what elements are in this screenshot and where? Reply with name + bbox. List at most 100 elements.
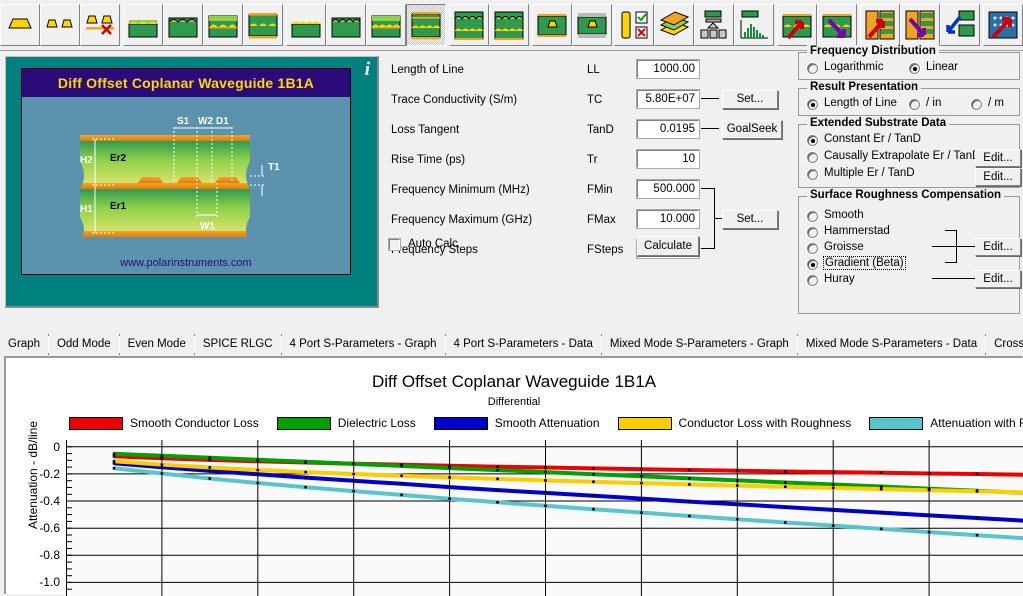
- toolbar-button-diff-offset-coplanar-waveguide-1b1a[interactable]: [406, 4, 446, 46]
- radio-label: Constant Er / TanD: [824, 133, 921, 145]
- legend-swatch-icon: [618, 417, 672, 430]
- goalseek-button[interactable]: GoalSeek: [722, 120, 782, 139]
- parameter-label: Loss Tangent: [391, 124, 459, 136]
- parameter-input-fmax[interactable]: 10.000: [637, 210, 699, 228]
- toolbar-button-export-structure[interactable]: [817, 4, 857, 46]
- set-tc-button[interactable]: Set...: [722, 90, 778, 109]
- parameter-row: Length of LineLL1000.00: [385, 60, 785, 84]
- radio-hammerstad[interactable]: [807, 227, 818, 238]
- parameter-input-fmin[interactable]: 500.000: [637, 180, 699, 198]
- radio-label: Length of Line: [824, 97, 897, 109]
- parameter-symbol: Tr: [587, 154, 597, 166]
- chart-subtitle: Differential: [6, 396, 1022, 408]
- tab-crosstalk[interactable]: Crosstalk: [986, 334, 1023, 355]
- plot-area: [66, 440, 1022, 594]
- tab-4-port-s-parameters-data[interactable]: 4 Port S-Parameters - Data: [446, 334, 602, 355]
- radio-multiple-er-tand[interactable]: [807, 169, 818, 180]
- toolbar-button-embedded-coplanar[interactable]: [163, 4, 203, 46]
- toolbar-button-loss-histogram[interactable]: [734, 4, 774, 46]
- toolbar-button-stackup-3d[interactable]: [654, 4, 694, 46]
- radio-label: / m: [988, 97, 1004, 109]
- legend-label: Smooth Conductor Loss: [130, 416, 259, 430]
- set-frequency-button[interactable]: Set...: [722, 210, 778, 229]
- parameter-label: Frequency Minimum (MHz): [391, 184, 530, 196]
- connector-line: [932, 278, 975, 279]
- parameter-label: Frequency Maximum (GHz): [391, 214, 532, 226]
- y-tick-label: -0.6: [6, 521, 60, 535]
- radio-groisse[interactable]: [807, 243, 818, 254]
- radio-gradient-beta[interactable]: [807, 259, 818, 270]
- auto-calc-checkbox[interactable]: [389, 239, 400, 250]
- radio-label: Huray: [824, 273, 855, 285]
- parameter-input-tc[interactable]: 5.80E+07: [637, 90, 699, 108]
- toolbar-button-stripline-symmetric[interactable]: [532, 4, 572, 46]
- svg-text:W1: W1: [200, 221, 215, 232]
- parameter-input-ll[interactable]: 1000.00: [637, 60, 699, 78]
- toolbar-button-diff-coplanar-strips[interactable]: [286, 4, 326, 46]
- tab-strip: GraphOdd ModeEven ModeSPICE RLGC4 Port S…: [0, 332, 1023, 355]
- radio-causally-extrapolate-er-tand[interactable]: [807, 152, 818, 163]
- radio-label: Causally Extrapolate Er / TanD: [824, 150, 980, 162]
- info-icon[interactable]: i: [365, 59, 370, 81]
- legend-item: Smooth Conductor Loss: [69, 416, 259, 430]
- radio-logarithmic[interactable]: [807, 63, 818, 74]
- svg-text:S1: S1: [177, 116, 190, 127]
- surface-roughness-group: Surface Roughness CompensationSmoothHamm…: [798, 196, 1020, 314]
- tab-odd-mode[interactable]: Odd Mode: [49, 334, 120, 355]
- auto-calc-label: Auto Calc: [408, 238, 458, 250]
- toolbar-button-import-stackup[interactable]: [860, 4, 900, 46]
- toolbar-button-coplanar-strips[interactable]: [123, 4, 163, 46]
- parameter-input-tr[interactable]: 10: [637, 150, 699, 168]
- radio-in[interactable]: [909, 99, 920, 110]
- toolbar-button-diff-dual-stripline-b[interactable]: [489, 4, 529, 46]
- radio-huray[interactable]: [807, 275, 818, 286]
- toolbar-button-export-stackup[interactable]: [900, 4, 940, 46]
- legend-label: Smooth Attenuation: [495, 416, 600, 430]
- radio-m[interactable]: [971, 99, 982, 110]
- toolbar-button-send-to-structure[interactable]: [940, 4, 980, 46]
- tab-even-mode[interactable]: Even Mode: [120, 334, 195, 355]
- waveguide-cross-section: S1 W2 D1 W1 H2 H1 T1 Er2 Er1: [22, 97, 350, 247]
- tab-mixed-mode-s-parameters-graph[interactable]: Mixed Mode S-Parameters - Graph: [602, 334, 798, 355]
- tab-graph[interactable]: Graph: [0, 334, 49, 355]
- toolbar-button-trace-with-plane-cross[interactable]: [80, 4, 120, 46]
- tab-mixed-mode-s-parameters-data[interactable]: Mixed Mode S-Parameters - Data: [798, 334, 986, 355]
- tab-spice-rlgc[interactable]: SPICE RLGC: [195, 334, 282, 355]
- connector-line: [701, 128, 719, 129]
- toolbar-button-pcb-process[interactable]: [694, 4, 734, 46]
- toolbar-button-offset-coplanar[interactable]: [203, 4, 243, 46]
- toolbar-button-via-check[interactable]: [614, 4, 654, 46]
- toolbar-button-diff-offset-coplanar[interactable]: [366, 4, 406, 46]
- parameter-input-tand[interactable]: 0.0195: [637, 120, 699, 138]
- connector-line: [701, 98, 719, 99]
- toolbar-button-stripline-rough[interactable]: [572, 4, 612, 46]
- result-presentation-group: Result PresentationLength of Line/ in/ m: [798, 88, 1020, 116]
- edit-roughness-button[interactable]: Edit...: [975, 238, 1021, 256]
- diagram-title: Diff Offset Coplanar Waveguide 1B1A: [58, 75, 314, 91]
- svg-text:H2: H2: [80, 155, 93, 166]
- radio-smooth[interactable]: [807, 211, 818, 222]
- edit-multiple-button[interactable]: Edit...: [975, 168, 1021, 186]
- parameter-symbol: LL: [587, 64, 600, 76]
- toolbar-group: [532, 3, 612, 47]
- calculate-button[interactable]: Calculate: [637, 236, 699, 256]
- radio-linear[interactable]: [909, 63, 920, 74]
- tab-4-port-s-parameters-graph[interactable]: 4 Port S-Parameters - Graph: [282, 334, 446, 355]
- toolbar-button-diff-dual-stripline-a[interactable]: [449, 4, 489, 46]
- diagram-title-bar: Diff Offset Coplanar Waveguide 1B1A: [22, 69, 350, 97]
- toolbar-group: [777, 3, 857, 47]
- toolbar-button-field-solver[interactable]: [983, 4, 1023, 46]
- toolbar-button-single-trace-microstrip[interactable]: [0, 4, 40, 46]
- toolbar-group: [286, 3, 446, 47]
- toolbar-button-two-trace-microstrip[interactable]: [40, 4, 80, 46]
- edit-huray-button[interactable]: Edit...: [975, 270, 1021, 288]
- parameter-row: Rise Time (ps)Tr10: [385, 150, 785, 174]
- toolbar-button-dual-stripline-coplanar[interactable]: [243, 4, 283, 46]
- toolbar-group: [860, 3, 980, 47]
- toolbar-button-import-structure[interactable]: [777, 4, 817, 46]
- toolbar-button-diff-embedded-coplanar[interactable]: [326, 4, 366, 46]
- svg-text:T1: T1: [268, 162, 280, 173]
- radio-constant-er-tand[interactable]: [807, 135, 818, 146]
- edit-causal-button[interactable]: Edit...: [975, 149, 1021, 167]
- radio-length-of-line[interactable]: [807, 99, 818, 110]
